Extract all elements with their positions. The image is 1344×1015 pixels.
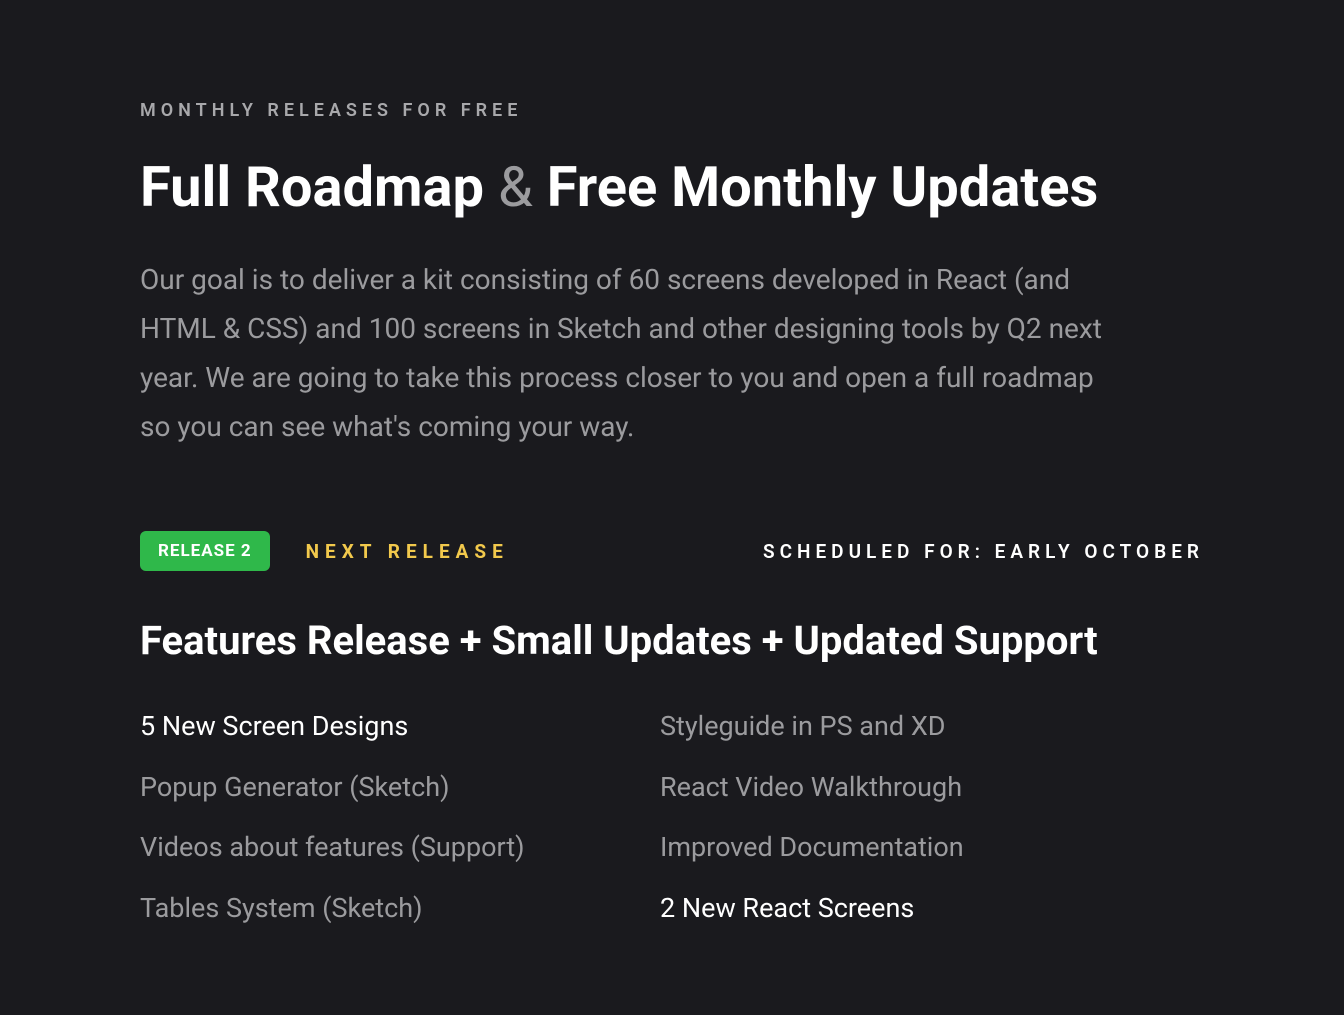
feature-item: Popup Generator (Sketch) [140, 771, 620, 803]
headline-ampersand: & [498, 154, 533, 220]
features-grid: 5 New Screen Designs Styleguide in PS and… [140, 710, 1140, 924]
headline-part2: Free Monthly Updates [533, 154, 1098, 220]
release-subheadline: Features Release + Small Updates + Updat… [140, 617, 1204, 664]
feature-item: 5 New Screen Designs [140, 710, 620, 742]
feature-item: React Video Walkthrough [660, 771, 1140, 803]
next-release-label: NEXT RELEASE [306, 540, 509, 563]
feature-item: Styleguide in PS and XD [660, 710, 1140, 742]
feature-item: Improved Documentation [660, 831, 1140, 863]
release-badge: RELEASE 2 [140, 531, 270, 571]
lead-paragraph: Our goal is to deliver a kit consisting … [140, 255, 1120, 451]
eyebrow-label: MONTHLY RELEASES FOR FREE [140, 100, 1204, 121]
page-headline: Full Roadmap & Free Monthly Updates [140, 155, 1204, 219]
scheduled-label: SCHEDULED FOR: EARLY OCTOBER [763, 540, 1204, 563]
headline-part1: Full Roadmap [140, 154, 498, 220]
release-meta-row: RELEASE 2 NEXT RELEASE SCHEDULED FOR: EA… [140, 531, 1204, 571]
feature-item: Videos about features (Support) [140, 831, 620, 863]
feature-item: Tables System (Sketch) [140, 892, 620, 924]
feature-item: 2 New React Screens [660, 892, 1140, 924]
